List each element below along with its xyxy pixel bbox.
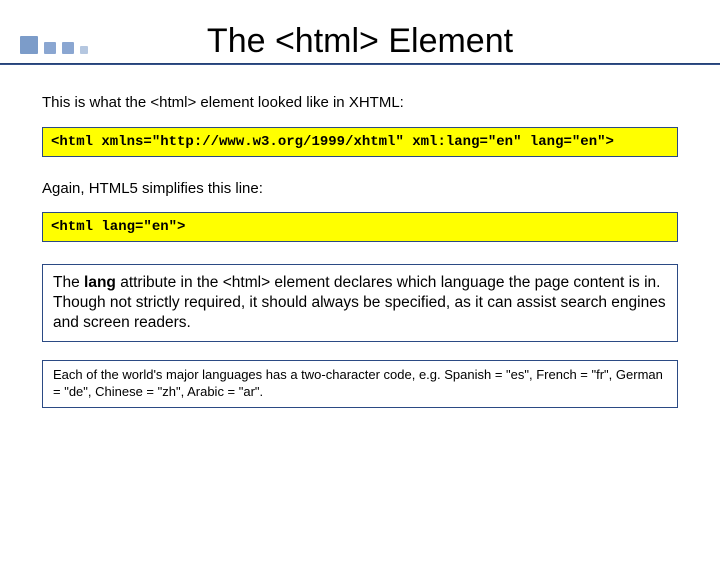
html5-code-box: <html lang="en">	[42, 212, 678, 242]
lang-box-prefix: The	[53, 274, 84, 291]
square-icon	[44, 42, 56, 54]
lang-box-bold: lang	[84, 274, 116, 291]
square-icon	[62, 42, 74, 54]
intro-text: This is what the <html> element looked l…	[42, 93, 678, 113]
simplify-text: Again, HTML5 simplifies this line:	[42, 179, 678, 199]
square-icon	[20, 36, 38, 54]
decorative-squares	[20, 36, 88, 54]
slide-content: This is what the <html> element looked l…	[0, 65, 720, 408]
lang-attribute-info-box: The lang attribute in the <html> element…	[42, 264, 678, 342]
language-codes-note-box: Each of the world's major languages has …	[42, 360, 678, 408]
square-icon	[80, 46, 88, 54]
lang-box-rest: attribute in the <html> element declares…	[53, 274, 666, 331]
slide-title: The <html> Element	[0, 22, 720, 61]
xhtml-code-box: <html xmlns="http://www.w3.org/1999/xhtm…	[42, 127, 678, 157]
